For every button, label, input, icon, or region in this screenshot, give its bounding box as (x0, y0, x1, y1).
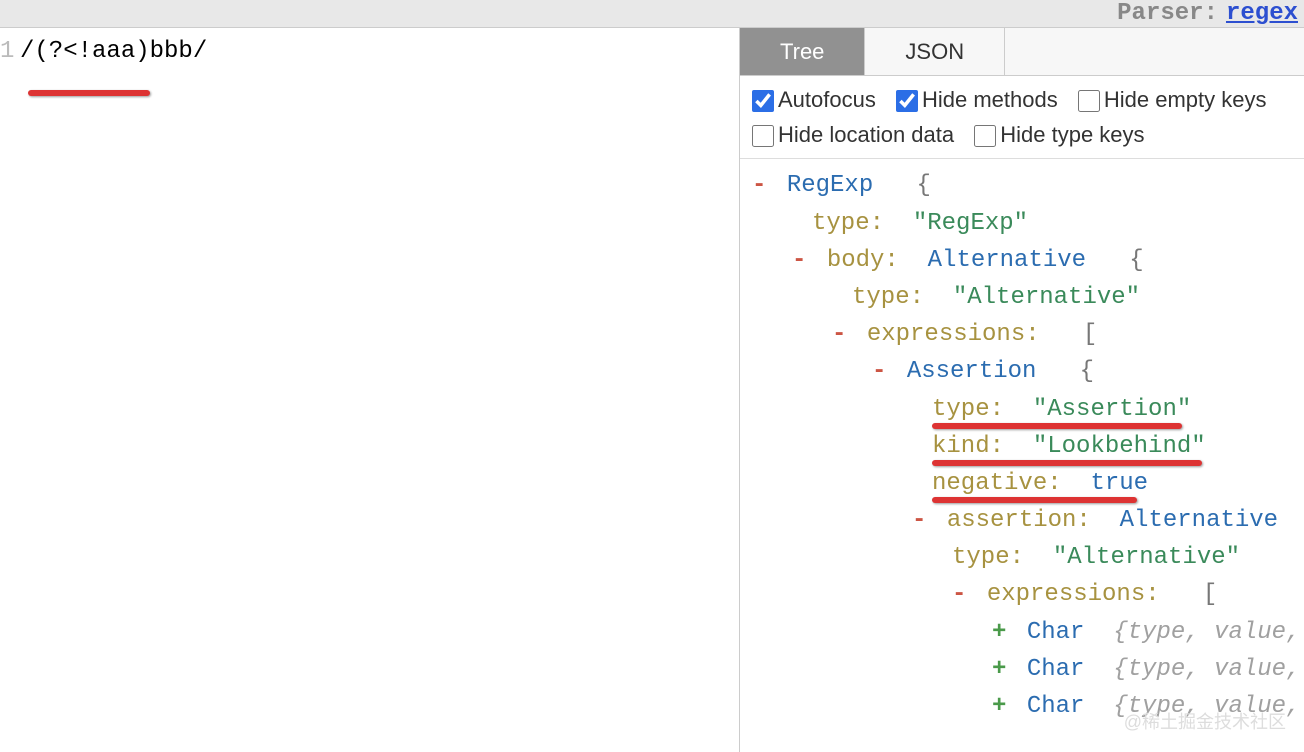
tab-tree[interactable]: Tree (740, 28, 865, 75)
highlight-underline (28, 90, 150, 96)
bracket: [ (1203, 581, 1217, 608)
node-name: Alternative (1120, 507, 1278, 534)
node-summary: {type, value, kind, codePoint, ... +1} (1113, 656, 1304, 683)
bracket: [ (1083, 321, 1097, 348)
key: type: (952, 544, 1024, 571)
options-bar: Autofocus Hide methods Hide empty keys H… (740, 76, 1304, 159)
brace: { (1080, 358, 1094, 385)
key: kind: (932, 433, 1004, 460)
autofocus-checkbox[interactable] (752, 90, 774, 112)
value: "Assertion" (1033, 396, 1191, 423)
value: true (1090, 470, 1148, 497)
tree-row[interactable]: + Char {type, value, kind, codePoint, ..… (752, 651, 1292, 688)
right-panel: Tree JSON Autofocus Hide methods Hide em… (740, 28, 1304, 752)
key: negative: (932, 470, 1062, 497)
key: type: (852, 284, 924, 311)
collapse-icon[interactable]: - (912, 507, 926, 534)
node-name: Assertion (907, 358, 1037, 385)
expand-icon[interactable]: + (992, 619, 1006, 646)
watermark: @稀土掘金技术社区 (1124, 708, 1286, 734)
tree-row[interactable]: - assertion: Alternative = $n (752, 502, 1292, 539)
collapse-icon[interactable]: - (872, 358, 886, 385)
tree-row[interactable]: - body: Alternative { (752, 242, 1292, 279)
tree-row[interactable]: type: "Alternative" (752, 539, 1292, 576)
hide-methods-label: Hide methods (922, 87, 1058, 112)
value: "RegExp" (913, 210, 1028, 237)
editor-line: 1 /(?<!aaa)bbb/ (0, 38, 739, 65)
node-name: Char (1027, 656, 1085, 683)
tree-row[interactable]: - expressions: [ (752, 316, 1292, 353)
tree-row[interactable]: - RegExp { (752, 167, 1292, 204)
hide-empty-keys-option[interactable]: Hide empty keys (1078, 87, 1267, 112)
hide-empty-keys-checkbox[interactable] (1078, 90, 1100, 112)
main: 1 /(?<!aaa)bbb/ Tree JSON Autofocus Hide… (0, 28, 1304, 752)
line-number: 1 (0, 38, 12, 65)
tabs: Tree JSON (740, 28, 1304, 76)
node-name: Char (1027, 693, 1085, 720)
autofocus-label: Autofocus (778, 87, 876, 112)
tree-row[interactable]: - expressions: [ (752, 576, 1292, 613)
node-name: RegExp (787, 172, 873, 199)
key: type: (932, 396, 1004, 423)
node-name: Char (1027, 619, 1085, 646)
expand-icon[interactable]: + (992, 656, 1006, 683)
brace: { (916, 172, 930, 199)
autofocus-option[interactable]: Autofocus (752, 87, 876, 112)
hide-empty-keys-label: Hide empty keys (1104, 87, 1267, 112)
collapse-icon[interactable]: - (752, 172, 766, 199)
hide-methods-option[interactable]: Hide methods (896, 87, 1058, 112)
hide-type-keys-label: Hide type keys (1000, 122, 1144, 147)
key: body: (827, 247, 899, 274)
topbar: Parser: regex (0, 0, 1304, 28)
hide-location-option[interactable]: Hide location data (752, 122, 954, 147)
brace: { (1129, 247, 1143, 274)
code-editor[interactable]: 1 /(?<!aaa)bbb/ (0, 28, 740, 752)
hide-methods-checkbox[interactable] (896, 90, 918, 112)
tree-row[interactable]: kind: "Lookbehind" (752, 428, 1292, 465)
tree-row[interactable]: type: "Alternative" (752, 279, 1292, 316)
ast-tree: - RegExp { type: "RegExp" - body: Altern… (740, 159, 1304, 752)
tree-row[interactable]: type: "RegExp" (752, 205, 1292, 242)
parser-label: Parser: (1117, 0, 1218, 27)
hide-location-checkbox[interactable] (752, 125, 774, 147)
node-name: Alternative (928, 247, 1086, 274)
editor-code[interactable]: /(?<!aaa)bbb/ (20, 38, 207, 65)
tab-json[interactable]: JSON (865, 28, 1005, 75)
collapse-icon[interactable]: - (792, 247, 806, 274)
value: "Alternative" (1053, 544, 1240, 571)
tree-row[interactable]: type: "Assertion" (752, 391, 1292, 428)
collapse-icon[interactable]: - (952, 581, 966, 608)
tree-row[interactable]: + Char {type, value, kind, codePoint, ..… (752, 614, 1292, 651)
key: assertion: (947, 507, 1091, 534)
key: expressions: (867, 321, 1040, 348)
node-summary: {type, value, kind, codePoint, ... +1} (1113, 619, 1304, 646)
hide-type-keys-option[interactable]: Hide type keys (974, 122, 1144, 147)
hide-type-keys-checkbox[interactable] (974, 125, 996, 147)
key: type: (812, 210, 884, 237)
collapse-icon[interactable]: - (832, 321, 846, 348)
value: "Alternative" (953, 284, 1140, 311)
expand-icon[interactable]: + (992, 693, 1006, 720)
value: "Lookbehind" (1033, 433, 1206, 460)
hide-location-label: Hide location data (778, 122, 954, 147)
parser-link[interactable]: regex (1226, 0, 1298, 27)
key: expressions: (987, 581, 1160, 608)
tree-row[interactable]: - Assertion { (752, 353, 1292, 390)
tree-row[interactable]: negative: true (752, 465, 1292, 502)
